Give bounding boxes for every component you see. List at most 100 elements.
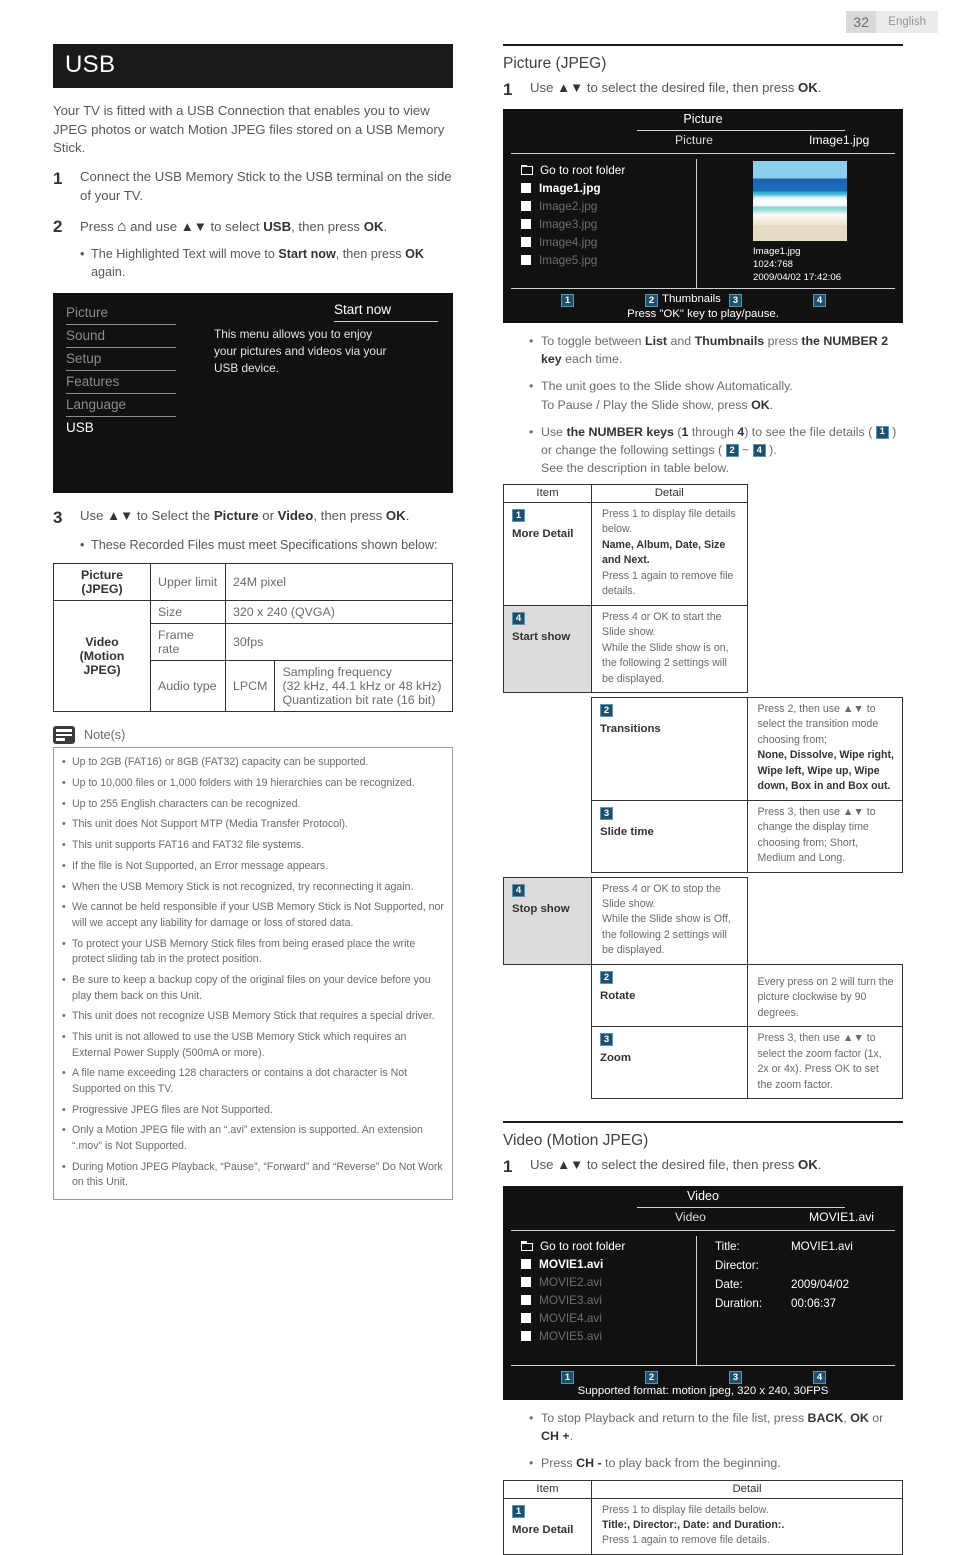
video-bullet-1: • To stop Playback and return to the fil… (503, 1409, 903, 1445)
list-item[interactable]: Image5.jpg (521, 251, 696, 268)
list-item-root-folder[interactable]: Go to root folder (521, 161, 696, 178)
meta-key: Duration: (715, 1296, 763, 1310)
list-item[interactable]: MOVIE5.avi (521, 1328, 696, 1345)
color-key-2[interactable]: 2 (645, 1371, 658, 1385)
spec-value-size: 320 x 240 (QVGA) (225, 600, 453, 625)
bullet-dot: • (80, 538, 85, 553)
row-item-start-show: 4 Start show (503, 604, 592, 694)
file-name: Image4.jpg (539, 234, 598, 249)
detail-line-2: While the Slide show is Off, the followi… (602, 913, 731, 957)
tv-menu-item-picture[interactable]: Picture (66, 302, 176, 326)
note-text: Up to 2GB (FAT16) or 8GB (FAT32) capacit… (72, 756, 369, 769)
row-detail-more-detail: Press 1 to display file details below. T… (591, 1497, 903, 1555)
meta-value: 2009/04/02 (791, 1278, 850, 1291)
file-icon (521, 1259, 531, 1270)
video-metadata-pane: Title: MOVIE1.avi Director: Date: 2009/04/… (697, 1236, 903, 1365)
note-text: When the USB Memory Stick is not recogni… (72, 880, 414, 893)
detail-line-3: Press 1 again to remove file details. (602, 569, 734, 598)
note-text: During Motion JPEG Playback, “Pause”, “F… (72, 1160, 443, 1189)
picture-browser-footer: 1 2 Thumbnails 3 4 Press "OK" key to pla… (503, 289, 903, 323)
color-key-2: 2 (600, 971, 613, 985)
file-icon (521, 236, 531, 247)
list-item[interactable]: MOVIE2.avi (521, 1274, 696, 1291)
list-item[interactable]: Image3.jpg (521, 215, 696, 232)
step-2-number: 2 (53, 216, 63, 236)
color-key-1[interactable]: 1 (561, 1371, 574, 1385)
color-key-2[interactable]: 2 (645, 294, 658, 308)
file-name: Image2.jpg (539, 198, 598, 213)
detail-line-1: Press 1 to display file details below. (602, 508, 736, 536)
color-key-1[interactable]: 1 (561, 294, 574, 308)
list-item: • Up to 10,000 files or 1,000 folders wit… (62, 776, 444, 792)
bullet-dot: • (529, 424, 534, 439)
color-key-3[interactable]: 3 (729, 1371, 742, 1385)
color-key-4[interactable]: 4 (813, 1371, 826, 1385)
color-key-3[interactable]: 3 (729, 294, 742, 308)
row-detail-zoom: Press 3, then use ▲▼ to select the zoom … (746, 1026, 903, 1099)
spec-value-codec: LPCM (224, 660, 276, 713)
spec-audio-line3: Quantization bit rate (16 bit) (282, 693, 436, 708)
tv-menu-item-usb[interactable]: USB (66, 417, 176, 439)
top-rule (503, 44, 903, 46)
list-item[interactable]: MOVIE3.avi (521, 1292, 696, 1309)
tv-menu-item-language[interactable]: Language (66, 394, 176, 418)
heading-picture-jpeg: Picture (JPEG) (503, 55, 607, 72)
picture-bullet-2-text: The unit goes to the Slide show Automati… (541, 379, 793, 412)
row-item-more-detail: 1 More Detail (503, 1497, 592, 1555)
updown-arrow-icon: ▲▼ (557, 1156, 584, 1172)
specifications-table: Picture (JPEG) Upper limit 24M pixel Vid… (53, 563, 453, 713)
tv-menu-start-now[interactable]: Start now (334, 302, 438, 323)
folder-icon (521, 1241, 533, 1252)
list-item-root-folder[interactable]: Go to root folder (521, 1238, 696, 1255)
file-name: Image1.jpg (539, 180, 601, 195)
list-item[interactable]: MOVIE4.avi (521, 1310, 696, 1327)
file-name: MOVIE5.avi (539, 1329, 602, 1344)
table-row: Video (Motion JPEG) Size 320 x 240 (QVGA… (53, 600, 453, 713)
list-item: • Only a Motion JPEG file with an “.avi” … (62, 1123, 444, 1154)
tv-menu-item-features[interactable]: Features (66, 371, 176, 395)
file-name: MOVIE4.avi (539, 1311, 602, 1326)
meta-key: Title: (715, 1240, 740, 1254)
table-row: 3 Zoom Press 3, then use ▲▼ to select th… (504, 1026, 903, 1099)
note-text: This unit does Not Support MTP (Media Tr… (72, 818, 348, 831)
video-browser-header: Video Video MOVIE1.avi (503, 1186, 903, 1232)
picture-browser-screenshot: Picture Picture Image1.jpg Go to root fo… (503, 109, 903, 324)
spec-value-audio-detail: Sampling frequency (32 kHz, 44.1 kHz or … (274, 660, 453, 713)
video-step-1-text: Use ▲▼ to select the desired file, then … (530, 1156, 822, 1172)
page-header: 32 English (846, 11, 938, 33)
col-detail: Detail (591, 484, 748, 504)
picture-preview-pane: Image1.jpg 1024:768 2009/04/02 17:42:06 (697, 159, 903, 288)
spec-audio-line1: Sampling frequency (282, 665, 392, 680)
step-3-note-text: These Recorded Files must meet Specifica… (91, 538, 438, 553)
row-detail-stop-show: Press 4 or OK to stop the Slide show. Wh… (591, 876, 748, 965)
row-item-zoom: 3 Zoom (591, 1026, 748, 1099)
step-2-note: • The Highlighted Text will move to Star… (80, 246, 453, 281)
tv-menu-item-sound[interactable]: Sound (66, 325, 176, 349)
list-item: • This unit supports FAT16 and FAT32 file… (62, 838, 444, 854)
video-bullet-1-text: To stop Playback and return to the file … (541, 1411, 884, 1444)
bullet-dot: • (529, 1411, 534, 1426)
list-item[interactable]: Image2.jpg (521, 197, 696, 214)
heading-video-motion-jpeg: Video (Motion JPEG) (503, 1131, 649, 1149)
step-2: 2 Press ⌂ and use ▲▼ to select USB, then… (53, 216, 453, 237)
list-item[interactable]: Image4.jpg (521, 233, 696, 250)
detail-line-1: Press 4 or OK to stop the Slide show. (602, 882, 721, 910)
file-icon (521, 218, 531, 229)
tv-menu-item-setup[interactable]: Setup (66, 348, 176, 372)
step-1-number: 1 (53, 169, 63, 189)
color-key-4[interactable]: 4 (813, 294, 826, 308)
file-name: Image3.jpg (539, 216, 598, 231)
meta-key: Date: (715, 1278, 743, 1291)
spec-cat-video: Video (Motion JPEG) (53, 600, 151, 713)
file-icon (521, 1313, 531, 1324)
page-number: 32 (846, 11, 877, 33)
table-row: 1 More Detail Press 1 to display file de… (503, 502, 903, 606)
list-item: • Progressive JPEG files are Not Supporte… (62, 1103, 444, 1119)
video-bullet-2: • Press CH - to play back from the begin… (503, 1454, 903, 1472)
note-text: This unit does not recognize USB Memory … (72, 1010, 435, 1023)
spec-label-upper-limit: Upper limit (150, 563, 226, 602)
list-item[interactable]: Image1.jpg (521, 179, 696, 196)
list-item[interactable]: MOVIE1.avi (521, 1256, 696, 1273)
item-name: Slide time (600, 825, 654, 838)
color-key-2: 2 (600, 704, 613, 718)
